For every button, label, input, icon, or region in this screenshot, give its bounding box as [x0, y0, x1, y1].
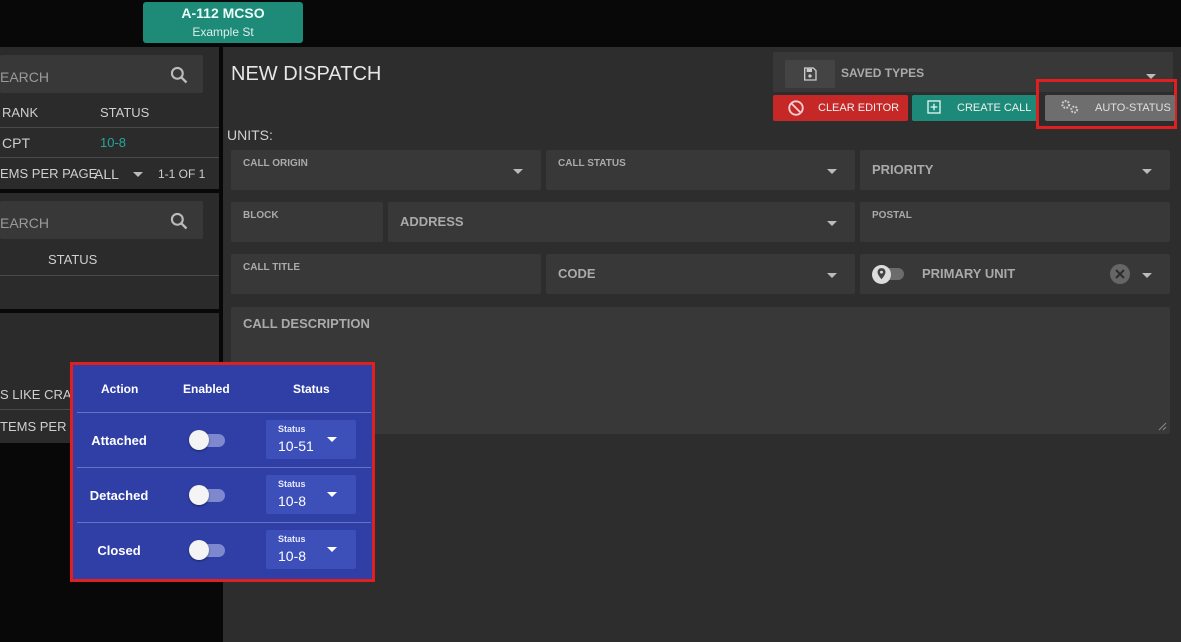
action-label: Closed [97, 543, 141, 558]
search-placeholder: EARCH [0, 215, 50, 231]
code-label: CODE [558, 266, 596, 281]
cell-status: 10-8 [100, 135, 127, 150]
block-field[interactable]: BLOCK [231, 202, 383, 242]
cell-rank: CPT [2, 135, 30, 151]
location-toggle[interactable] [872, 265, 906, 284]
divider [77, 522, 371, 523]
block-label: BLOCK [243, 210, 279, 221]
status-select[interactable]: Status 10-51 [266, 420, 356, 459]
divider [77, 467, 371, 468]
action-label: Attached [91, 433, 147, 448]
column-header-status[interactable]: STATUS [48, 252, 97, 267]
add-box-icon [927, 100, 941, 114]
units-label: UNITS: [227, 127, 273, 143]
chevron-down-icon[interactable] [1142, 273, 1152, 278]
block-icon [788, 100, 804, 116]
calls-table-panel: EARCH STATUS [0, 193, 219, 309]
status-select[interactable]: Status 10-8 [266, 530, 356, 569]
call-status-label: CALL STATUS [558, 158, 626, 169]
create-call-label: CREATE CALL [957, 102, 1032, 114]
column-header-status: Status [293, 382, 330, 396]
postal-field[interactable]: POSTAL [860, 202, 1170, 242]
status-select-value: 10-8 [278, 548, 307, 564]
call-status-select[interactable]: CALL STATUS [546, 150, 855, 190]
divider [0, 127, 219, 128]
priority-label: PRIORITY [872, 162, 934, 177]
call-origin-select[interactable]: CALL ORIGIN [231, 150, 541, 190]
call-title-label: CALL TITLE [243, 262, 301, 273]
chevron-down-icon[interactable] [513, 169, 523, 174]
search-icon[interactable] [169, 211, 189, 231]
column-header-status[interactable]: STATUS [100, 105, 149, 120]
status-select-value: 10-8 [278, 493, 307, 509]
calls-search-input[interactable]: EARCH [0, 201, 203, 239]
floppy-disk-icon [804, 67, 817, 81]
items-per-page-select[interactable]: ALL [94, 166, 119, 182]
saved-types-label: SAVED TYPES [841, 66, 925, 80]
map-pin-icon [872, 265, 891, 284]
address-label: ADDRESS [400, 214, 464, 229]
status-select-value: 10-51 [278, 438, 314, 454]
resize-handle-icon[interactable] [1157, 421, 1167, 431]
units-search-input[interactable]: EARCH [0, 55, 203, 93]
column-header-action: Action [101, 382, 139, 396]
auto-status-button[interactable]: AUTO-STATUS [1045, 95, 1175, 121]
chevron-down-icon[interactable] [327, 492, 337, 497]
postal-label: POSTAL [872, 210, 912, 221]
chevron-down-icon[interactable] [827, 273, 837, 278]
chevron-down-icon[interactable] [827, 169, 837, 174]
status-select-label: Status [278, 479, 306, 489]
items-per-page-label: TEMS PER P [0, 419, 79, 434]
chevron-down-icon[interactable] [327, 437, 337, 442]
call-title-field[interactable]: CALL TITLE [231, 254, 541, 294]
primary-unit-label: PRIMARY UNIT [922, 266, 1016, 281]
status-select-label: Status [278, 534, 306, 544]
chevron-down-icon[interactable] [133, 172, 143, 177]
column-header-rank[interactable]: RANK [2, 105, 38, 120]
divider [0, 275, 219, 276]
search-placeholder: EARCH [0, 69, 50, 85]
enabled-toggle[interactable] [189, 540, 225, 560]
unit-badge[interactable]: A-112 MCSO Example St [143, 2, 303, 43]
chevron-down-icon[interactable] [1142, 169, 1152, 174]
auto-status-label: AUTO-STATUS [1095, 102, 1171, 114]
divider [0, 157, 219, 158]
auto-status-popup: Action Enabled Status Attached Status 10… [70, 362, 375, 582]
action-label: Detached [89, 488, 149, 503]
address-select[interactable]: ADDRESS [388, 202, 855, 242]
call-description-label: CALL DESCRIPTION [243, 316, 370, 331]
clear-editor-button[interactable]: CLEAR EDITOR [773, 95, 908, 121]
clear-editor-label: CLEAR EDITOR [818, 102, 900, 114]
search-icon[interactable] [169, 65, 189, 85]
priority-select[interactable]: PRIORITY [860, 150, 1170, 190]
column-header-enabled: Enabled [183, 382, 230, 396]
primary-unit-select[interactable]: PRIMARY UNIT [860, 254, 1170, 294]
create-call-button[interactable]: CREATE CALL [912, 95, 1037, 121]
code-select[interactable]: CODE [546, 254, 855, 294]
chevron-down-icon[interactable] [327, 547, 337, 552]
save-button[interactable] [785, 60, 835, 88]
enabled-toggle[interactable] [189, 430, 225, 450]
call-origin-label: CALL ORIGIN [243, 158, 308, 169]
pagination-range: 1-1 OF 1 [158, 167, 206, 181]
chevron-down-icon[interactable] [827, 221, 837, 226]
status-select[interactable]: Status 10-8 [266, 475, 356, 514]
status-select-label: Status [278, 424, 306, 434]
page-title: NEW DISPATCH [231, 63, 382, 85]
items-per-page-label: EMS PER PAGE [0, 166, 98, 181]
unit-callsign: A-112 MCSO [181, 5, 265, 21]
clear-icon[interactable] [1110, 264, 1130, 284]
enabled-toggle[interactable] [189, 485, 225, 505]
unit-street: Example St [192, 25, 254, 39]
divider [77, 412, 371, 413]
units-table-panel: EARCH RANK STATUS CPT 10-8 EMS PER PAGE … [0, 47, 219, 189]
gears-icon [1061, 100, 1079, 114]
